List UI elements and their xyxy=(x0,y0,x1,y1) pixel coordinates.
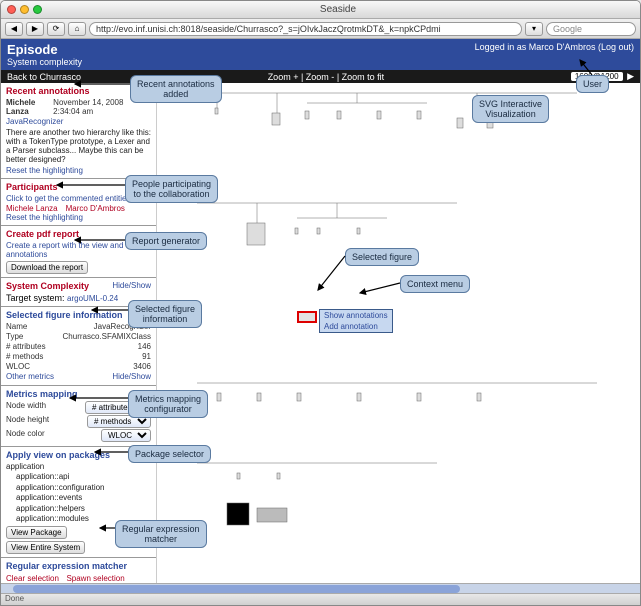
participant-link[interactable]: Marco D'Ambros xyxy=(66,204,125,213)
page-title: Episode xyxy=(7,42,82,57)
control-bar: Back to Churrasco Zoom + | Zoom - | Zoom… xyxy=(1,70,640,83)
scrollbar-thumb[interactable] xyxy=(13,585,460,593)
other-metrics-link[interactable]: Other metrics xyxy=(6,372,54,381)
username: Marco D'Ambros xyxy=(529,42,596,52)
rss-icon[interactable]: ▾ xyxy=(525,22,543,36)
download-report-button[interactable]: Download the report xyxy=(6,261,88,274)
status-bar: Done xyxy=(1,593,640,605)
url-field[interactable]: http://evo.inf.unisi.ch:8018/seaside/Chu… xyxy=(89,22,522,36)
view-package-button[interactable]: View Package xyxy=(6,526,67,539)
zoom-button[interactable] xyxy=(33,5,42,14)
browser-toolbar: ◀ ▶ ⟳ ⌂ http://evo.inf.unisi.ch:8018/sea… xyxy=(1,19,640,39)
callout-selected-figure: Selected figure xyxy=(345,248,419,266)
search-field[interactable]: Google xyxy=(546,22,636,36)
callout-svg-viz: SVG InteractiveVisualization xyxy=(472,95,549,123)
minimize-button[interactable] xyxy=(20,5,29,14)
visualization-canvas[interactable]: Show annotations Add annotation xyxy=(157,83,640,583)
view-entire-system-button[interactable]: View Entire System xyxy=(6,541,85,554)
node-color-select[interactable]: WLOC xyxy=(101,429,151,442)
annotation-entity-link[interactable]: JavaRecognizer xyxy=(6,117,151,126)
back-button[interactable]: ◀ xyxy=(5,22,23,36)
home-button[interactable]: ⌂ xyxy=(68,22,86,36)
content: Recent annotations Michele LanzaNovember… xyxy=(1,83,640,583)
app-header: Episode System complexity Logged in as M… xyxy=(1,39,640,70)
horizontal-scrollbar[interactable] xyxy=(1,583,640,593)
browser-window: Seaside ◀ ▶ ⟳ ⌂ http://evo.inf.unisi.ch:… xyxy=(0,0,641,606)
package-tree[interactable]: application application::api application… xyxy=(6,462,151,524)
zoom-out-link[interactable]: Zoom - xyxy=(306,72,335,82)
callout-participants: People participatingto the collaboration xyxy=(125,175,218,203)
context-menu[interactable]: Show annotations Add annotation xyxy=(319,309,393,333)
callout-recent-annotations: Recent annotationsadded xyxy=(130,75,222,103)
regex-panel: Regular expression matcher Clear selecti… xyxy=(1,558,156,583)
hideshow-link[interactable]: Hide/Show xyxy=(112,281,151,291)
context-menu-item[interactable]: Show annotations xyxy=(320,310,392,321)
reload-button[interactable]: ⟳ xyxy=(47,22,65,36)
callout-metrics: Metrics mappingconfigurator xyxy=(128,390,208,418)
traffic-lights xyxy=(7,5,42,14)
logout-link[interactable]: (Log out) xyxy=(598,42,634,52)
reset-highlight-link[interactable]: Reset the highlighting xyxy=(6,166,151,175)
context-menu-item[interactable]: Add annotation xyxy=(320,321,392,332)
hideshow-link[interactable]: Hide/Show xyxy=(112,372,151,381)
callout-regex: Regular expressionmatcher xyxy=(115,520,207,548)
page-subtitle: System complexity xyxy=(7,57,82,67)
spawn-selection-link[interactable]: Spawn selection xyxy=(66,574,124,583)
apply-dimensions-button[interactable]: ▶ xyxy=(627,71,634,81)
window-title: Seaside xyxy=(42,4,634,15)
back-link[interactable]: Back to Churrasco xyxy=(7,72,81,82)
svg-visualization[interactable] xyxy=(157,83,640,583)
selected-figure-highlight xyxy=(297,311,317,323)
titlebar: Seaside xyxy=(1,1,640,19)
login-status: Logged in as Marco D'Ambros (Log out) xyxy=(475,42,634,52)
sidebar: Recent annotations Michele LanzaNovember… xyxy=(1,83,157,583)
callout-user: User xyxy=(576,75,609,93)
close-button[interactable] xyxy=(7,5,16,14)
callout-context-menu: Context menu xyxy=(400,275,470,293)
clear-selection-link[interactable]: Clear selection xyxy=(6,574,59,583)
callout-report: Report generator xyxy=(125,232,207,250)
reset-highlight-link[interactable]: Reset the highlighting xyxy=(6,213,151,222)
zoom-in-link[interactable]: Zoom + xyxy=(268,72,299,82)
forward-button[interactable]: ▶ xyxy=(26,22,44,36)
callout-packages: Package selector xyxy=(128,445,211,463)
callout-figure-info: Selected figureinformation xyxy=(128,300,202,328)
participant-link[interactable]: Michele Lanza xyxy=(6,204,58,213)
zoom-fit-link[interactable]: Zoom to fit xyxy=(342,72,385,82)
